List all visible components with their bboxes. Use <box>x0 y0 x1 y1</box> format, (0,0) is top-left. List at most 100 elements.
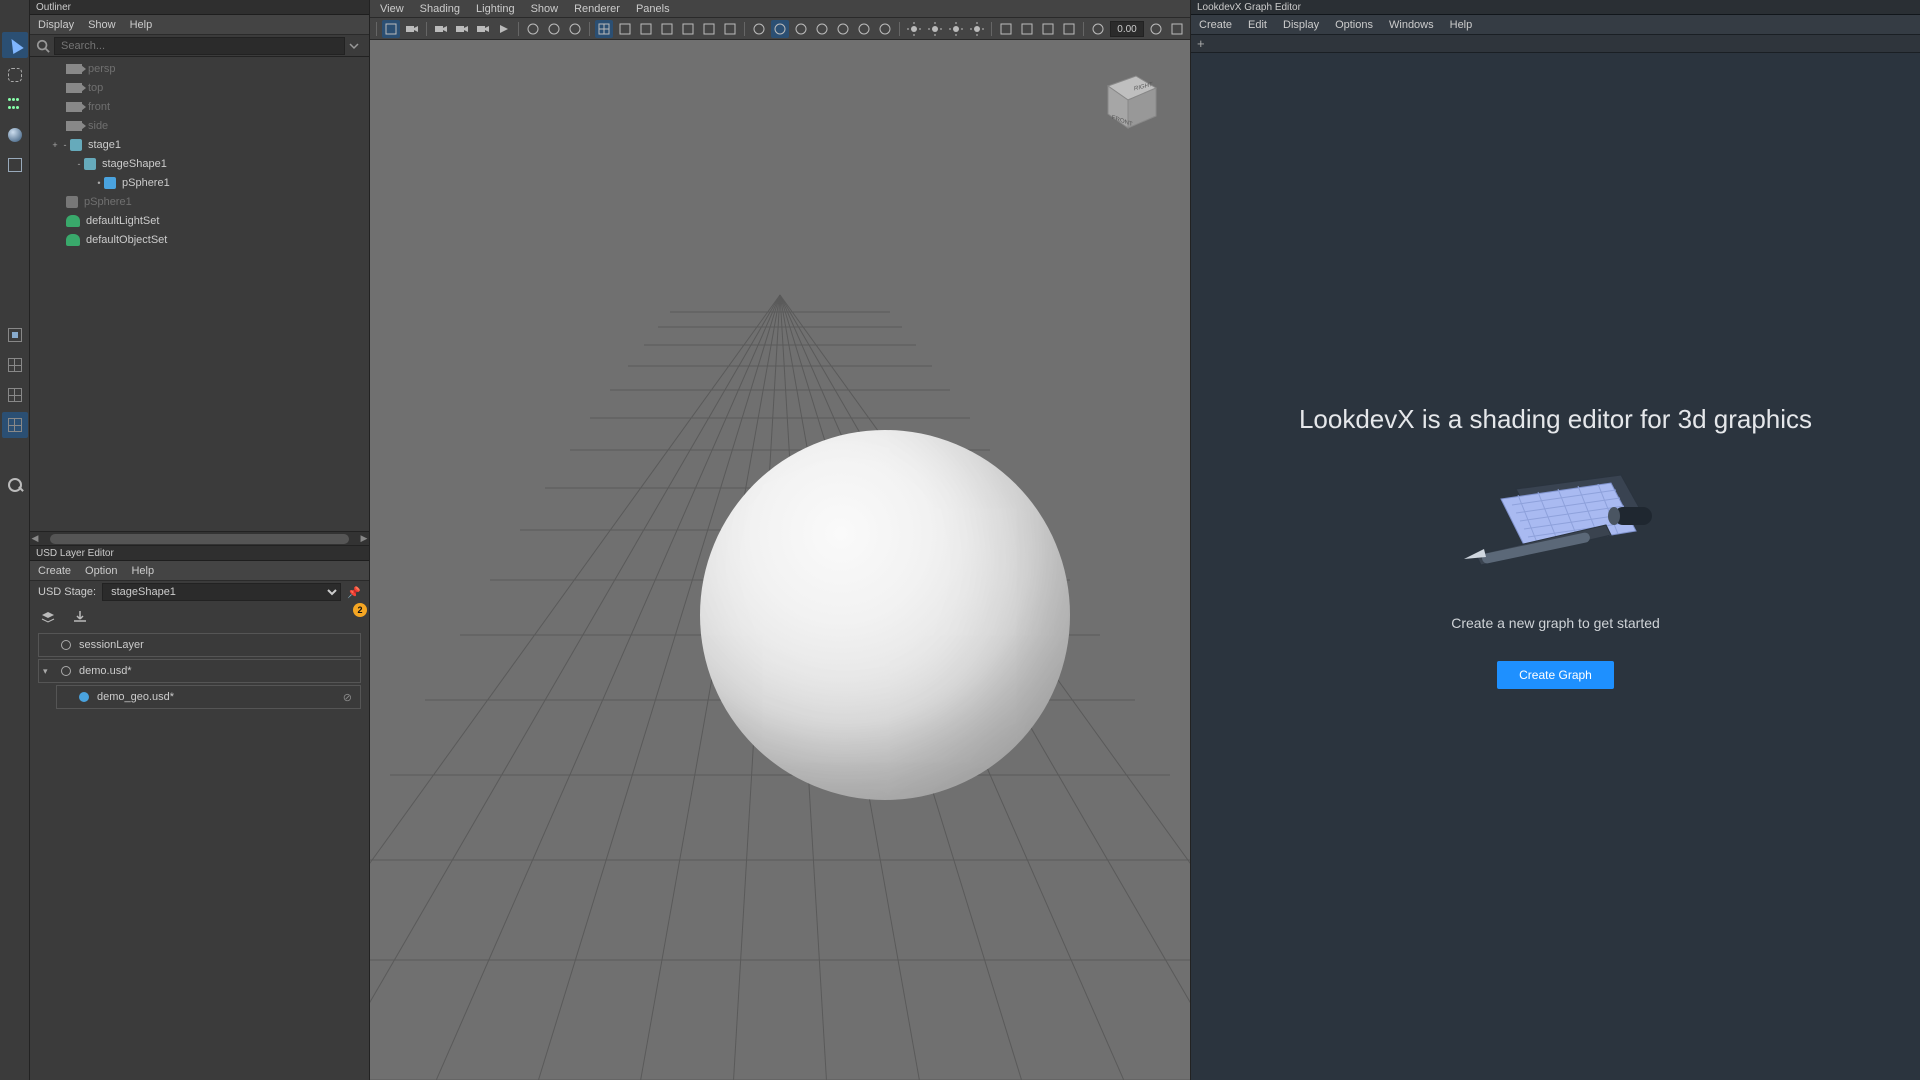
lasso-icon <box>8 68 22 82</box>
vp-select[interactable] <box>382 20 400 38</box>
vp-light3[interactable] <box>947 20 965 38</box>
vp-menu-renderer[interactable]: Renderer <box>574 3 620 15</box>
vp-layout6[interactable] <box>721 20 739 38</box>
outliner-scrollbar[interactable]: ◀ ▶ <box>30 531 369 545</box>
vp-xray2[interactable] <box>813 20 831 38</box>
vp-shade1[interactable] <box>524 20 542 38</box>
vp-xray5[interactable] <box>876 20 894 38</box>
snap-tool-2[interactable] <box>2 352 28 378</box>
outliner-item[interactable]: top <box>30 78 369 97</box>
ldx-menu-edit[interactable]: Edit <box>1248 19 1267 31</box>
vp-film2[interactable] <box>453 20 471 38</box>
menu-display[interactable]: Display <box>38 19 74 31</box>
ldx-menu-options[interactable]: Options <box>1335 19 1373 31</box>
vp-layout3[interactable] <box>658 20 676 38</box>
outliner-item[interactable]: •pSphere1 <box>30 173 369 192</box>
add-tab-button[interactable]: + <box>1197 37 1205 50</box>
outliner-item[interactable]: defaultObjectSet <box>30 230 369 249</box>
target-icon[interactable] <box>79 692 89 702</box>
vp-r4[interactable] <box>1060 20 1078 38</box>
mute-icon[interactable]: ⊘ <box>343 691 352 704</box>
vp-light1[interactable] <box>905 20 923 38</box>
magnifier-icon <box>8 478 22 492</box>
vp-menu-view[interactable]: View <box>380 3 404 15</box>
outliner-item-label: pSphere1 <box>84 196 132 208</box>
vp-r2[interactable] <box>1018 20 1036 38</box>
outliner-search <box>30 35 369 57</box>
move-tool[interactable] <box>2 92 28 118</box>
menu-help[interactable]: Help <box>131 565 154 577</box>
layer-row[interactable]: sessionLayer <box>38 633 361 657</box>
vp-end2[interactable] <box>1168 20 1186 38</box>
vp-light4[interactable] <box>968 20 986 38</box>
vp-menu-show[interactable]: Show <box>531 3 559 15</box>
viewport-canvas[interactable]: FRONT RIGHT <box>370 40 1190 1080</box>
vp-end1[interactable] <box>1147 20 1165 38</box>
view-cube[interactable]: FRONT RIGHT <box>1088 62 1168 142</box>
vp-gear[interactable] <box>1089 20 1107 38</box>
vp-iso2[interactable] <box>771 20 789 38</box>
vp-menu-lighting[interactable]: Lighting <box>476 3 515 15</box>
vp-play[interactable] <box>495 20 513 38</box>
vp-layout2[interactable] <box>637 20 655 38</box>
add-layer-button[interactable] <box>38 607 58 627</box>
target-icon[interactable] <box>61 640 71 650</box>
vp-menu-panels[interactable]: Panels <box>636 3 670 15</box>
vp-cam[interactable] <box>403 20 421 38</box>
search-tool[interactable] <box>2 472 28 498</box>
outliner-item[interactable]: +-stage1 <box>30 135 369 154</box>
save-button[interactable]: 2 <box>341 607 361 627</box>
menu-help[interactable]: Help <box>130 19 153 31</box>
lasso-tool[interactable] <box>2 62 28 88</box>
outliner-item[interactable]: side <box>30 116 369 135</box>
ldx-menu-windows[interactable]: Windows <box>1389 19 1434 31</box>
vp-xray3[interactable] <box>834 20 852 38</box>
vp-film[interactable] <box>432 20 450 38</box>
create-graph-button[interactable]: Create Graph <box>1497 661 1614 689</box>
layer-row[interactable]: ▾demo.usd* <box>38 659 361 683</box>
snap-grid-tool[interactable] <box>2 322 28 348</box>
scroll-left-icon[interactable]: ◀ <box>30 533 40 544</box>
vp-r3[interactable] <box>1039 20 1057 38</box>
outliner-item[interactable]: -stageShape1 <box>30 154 369 173</box>
vp-layout4[interactable] <box>679 20 697 38</box>
vp-xray4[interactable] <box>855 20 873 38</box>
ldx-menu-display[interactable]: Display <box>1283 19 1319 31</box>
menu-create[interactable]: Create <box>38 565 71 577</box>
outliner-item[interactable]: defaultLightSet <box>30 211 369 230</box>
snap-tool-4[interactable] <box>2 412 28 438</box>
vp-shade3[interactable] <box>566 20 584 38</box>
vp-light2[interactable] <box>926 20 944 38</box>
vp-exposure-field[interactable]: 0.00 <box>1110 21 1144 37</box>
select-tool[interactable] <box>2 32 28 58</box>
rotate-tool[interactable] <box>2 122 28 148</box>
vp-film3[interactable] <box>474 20 492 38</box>
menu-show[interactable]: Show <box>88 19 116 31</box>
scroll-right-icon[interactable]: ▶ <box>359 533 369 544</box>
outliner-item[interactable]: persp <box>30 59 369 78</box>
snap-tool-3[interactable] <box>2 382 28 408</box>
vp-grid[interactable] <box>595 20 613 38</box>
lookdevx-subtext: Create a new graph to get started <box>1451 615 1660 631</box>
outliner-item[interactable]: pSphere1 <box>30 192 369 211</box>
pin-icon[interactable]: 📌 <box>347 585 361 599</box>
vp-menu-shading[interactable]: Shading <box>420 3 460 15</box>
scroll-thumb[interactable] <box>50 534 349 544</box>
vp-layout1[interactable] <box>616 20 634 38</box>
ldx-menu-help[interactable]: Help <box>1450 19 1473 31</box>
outliner-item[interactable]: front <box>30 97 369 116</box>
vp-shade2[interactable] <box>545 20 563 38</box>
vp-xray[interactable] <box>792 20 810 38</box>
ldx-menu-create[interactable]: Create <box>1199 19 1232 31</box>
search-dropdown-icon[interactable] <box>349 41 359 51</box>
layer-row[interactable]: demo_geo.usd*⊘ <box>56 685 361 709</box>
vp-r1[interactable] <box>997 20 1015 38</box>
target-icon[interactable] <box>61 666 71 676</box>
search-input[interactable] <box>54 37 345 55</box>
import-layer-button[interactable] <box>70 607 90 627</box>
scale-tool[interactable] <box>2 152 28 178</box>
vp-iso[interactable] <box>750 20 768 38</box>
vp-layout5[interactable] <box>700 20 718 38</box>
menu-option[interactable]: Option <box>85 565 117 577</box>
stage-dropdown[interactable]: stageShape1 <box>102 583 341 601</box>
